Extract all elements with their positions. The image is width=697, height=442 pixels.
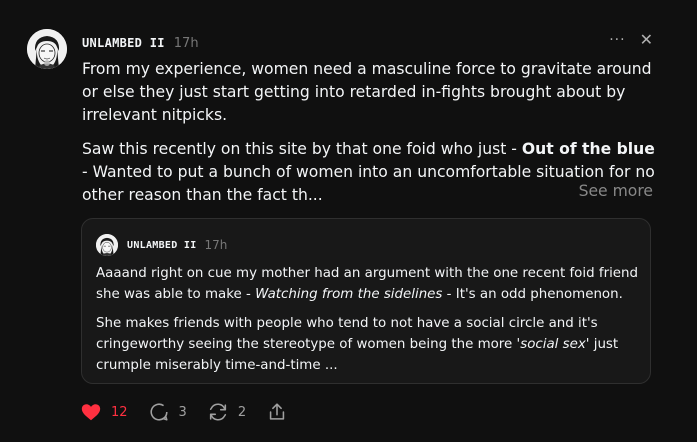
share-icon (269, 403, 285, 420)
username[interactable]: UNLAMBED II (82, 36, 165, 50)
quoted-post[interactable]: UNLAMBED II 17h Aaaand right on cue my m… (81, 218, 651, 384)
share-button[interactable] (266, 401, 288, 423)
post-paragraph-2: Saw this recently on this site by that o… (82, 138, 662, 207)
close-icon[interactable]: ✕ (640, 32, 653, 48)
post-paragraph-2-text: Saw this recently on this site by that o… (82, 140, 522, 158)
quoted-paragraph-1: Aaaand right on cue my mother had an arg… (96, 263, 644, 305)
top-actions: ··· ✕ (609, 32, 653, 49)
post-paragraph-1: From my experience, women need a masculi… (82, 60, 652, 124)
heart-icon (81, 404, 101, 421)
see-more-link[interactable]: See more (579, 182, 653, 200)
comment-count: 3 (178, 404, 187, 420)
action-bar: 12 3 2 (80, 401, 308, 423)
quoted-avatar[interactable] (96, 234, 118, 256)
quoted-username[interactable]: UNLAMBED II (127, 240, 197, 251)
like-count: 12 (111, 404, 128, 420)
post-paragraph-2-bold: Out of the blue (521, 140, 655, 158)
quoted-paragraph-2: She makes friends with people who tend t… (96, 313, 644, 376)
post-header: UNLAMBED II 17h (82, 33, 199, 53)
quoted-header: UNLAMBED II 17h (127, 235, 227, 255)
repost-count: 2 (237, 404, 247, 420)
more-options-icon[interactable]: ··· (609, 32, 625, 48)
quoted-body: Aaaand right on cue my mother had an arg… (96, 263, 644, 376)
repost-icon (209, 403, 226, 421)
post-paragraph-2-rest: - Wanted to put a bunch of women into an… (82, 163, 655, 204)
quoted-paragraph-1-rest: - It's an odd phenomenon. (442, 287, 623, 302)
quoted-avatar-image (96, 234, 118, 256)
avatar-image (27, 29, 67, 69)
comment-icon (150, 403, 168, 421)
comment-button[interactable]: 3 (148, 401, 187, 423)
quoted-timestamp[interactable]: 17h (205, 238, 228, 252)
post-body: From my experience, women need a masculi… (82, 58, 662, 207)
timestamp[interactable]: 17h (174, 36, 199, 51)
repost-button[interactable]: 2 (207, 401, 246, 423)
avatar[interactable] (27, 29, 67, 69)
quoted-paragraph-2-italic: 'social sex' (516, 337, 590, 352)
quoted-paragraph-1-italic: Watching from the sidelines (255, 287, 443, 302)
like-button[interactable]: 12 (80, 401, 128, 423)
